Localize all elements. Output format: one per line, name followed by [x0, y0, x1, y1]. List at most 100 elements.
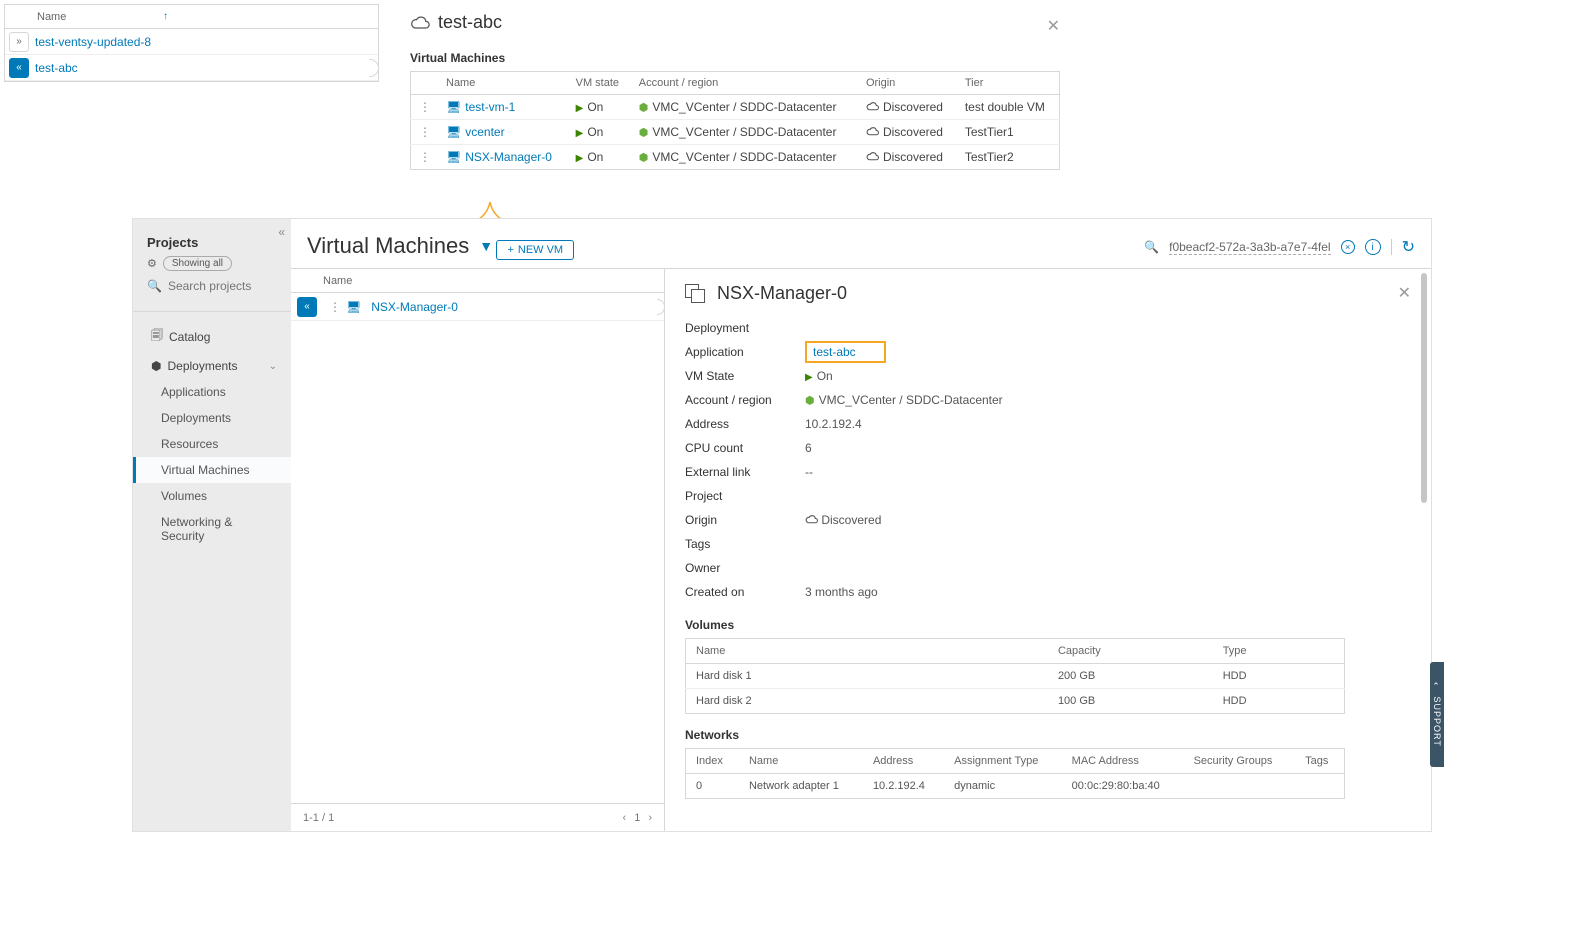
sidebar-sub-resources[interactable]: Resources — [133, 431, 291, 457]
col-net-name[interactable]: Name — [739, 749, 863, 774]
vm-icon: 🖥 — [446, 125, 461, 139]
top-panel: Name ↑ » test-ventsy-updated-8 « test-ab… — [0, 0, 1070, 200]
col-name[interactable]: Name — [438, 72, 568, 95]
play-icon: ▶ — [576, 153, 584, 164]
refresh-icon[interactable]: ↻ — [1402, 237, 1415, 257]
row-menu-icon[interactable]: ⋮ — [329, 300, 340, 314]
settings-icon[interactable]: ⚙ — [147, 257, 157, 270]
scrollbar[interactable] — [1421, 273, 1427, 503]
sidebar-sub-deployments[interactable]: Deployments — [133, 405, 291, 431]
col-net-tags[interactable]: Tags — [1295, 749, 1344, 774]
net-address: 10.2.192.4 — [863, 774, 944, 799]
vm-link[interactable]: NSX-Manager-0 — [465, 150, 552, 164]
detail-title: test-abc — [410, 12, 1060, 33]
application-link[interactable]: test-abc — [813, 345, 856, 359]
vm-link[interactable]: test-vm-1 — [465, 100, 515, 114]
new-vm-button[interactable]: + NEW VM — [496, 240, 574, 260]
application-detail: test-abc ✕ Virtual Machines Name VM stat… — [410, 12, 1060, 170]
applications-list: Name ↑ » test-ventsy-updated-8 « test-ab… — [4, 4, 379, 82]
play-icon: ▶ — [576, 103, 584, 114]
info-icon[interactable]: i — [1365, 239, 1381, 255]
table-row[interactable]: ⋮🖥test-vm-1▶On⬢VMC_VCenter / SDDC-Datace… — [411, 95, 1060, 120]
prop-created-label: Created on — [685, 585, 805, 599]
main-header: Virtual Machines ▼ 🔍 f0beacf2-572a-3a3b-… — [291, 219, 1431, 268]
cloud-icon — [866, 150, 879, 164]
play-icon: ▶ — [576, 128, 584, 139]
vm-detail-pane: NSX-Manager-0 ✕ Deployment Applicationte… — [664, 268, 1431, 831]
col-net-sg[interactable]: Security Groups — [1184, 749, 1296, 774]
table-row[interactable]: ⋮🖥NSX-Manager-0▶On⬢VMC_VCenter / SDDC-Da… — [411, 145, 1060, 170]
expand-icon[interactable]: » — [9, 32, 29, 52]
net-tags — [1295, 774, 1344, 799]
col-tier[interactable]: Tier — [957, 72, 1060, 95]
prop-extlink-value: -- — [805, 465, 813, 479]
filter-icon[interactable]: ▼ — [479, 238, 493, 254]
collapse-icon[interactable]: « — [297, 297, 317, 317]
vm-origin: Discovered — [883, 100, 943, 114]
volumes-heading: Volumes — [685, 618, 1411, 632]
vm-origin: Discovered — [883, 150, 943, 164]
app-link[interactable]: test-abc — [35, 61, 78, 75]
list-item[interactable]: «⋮🖥NSX-Manager-0 — [291, 293, 664, 321]
filter-guid[interactable]: f0beacf2-572a-3a3b-a7e7-4fel — [1169, 240, 1330, 255]
col-net-mac[interactable]: MAC Address — [1062, 749, 1184, 774]
page-prev-icon[interactable]: ‹ — [623, 812, 627, 824]
support-tab[interactable]: ⌃ SUPPORT — [1430, 662, 1444, 767]
showing-all-pill[interactable]: Showing all — [163, 256, 232, 271]
vm-tier: TestTier2 — [957, 145, 1060, 170]
col-vol-name[interactable]: Name — [686, 639, 1048, 664]
vsphere-icon: ⬢ — [805, 395, 815, 407]
list-row[interactable]: « test-abc — [5, 55, 378, 81]
selection-notch — [369, 59, 379, 77]
table-row[interactable]: ⋮🖥vcenter▶On⬢VMC_VCenter / SDDC-Datacent… — [411, 120, 1060, 145]
row-menu-icon[interactable]: ⋮ — [419, 125, 430, 139]
page-next-icon[interactable]: › — [648, 812, 652, 824]
close-icon[interactable]: ✕ — [1047, 16, 1060, 36]
col-account[interactable]: Account / region — [631, 72, 858, 95]
prop-deployment-label: Deployment — [685, 321, 805, 335]
table-row: Hard disk 2100 GBHDD — [686, 689, 1345, 714]
prop-account-value: VMC_VCenter / SDDC-Datacenter — [819, 393, 1003, 407]
net-index: 0 — [686, 774, 739, 799]
vm-link[interactable]: vcenter — [465, 125, 504, 139]
list-row[interactable]: » test-ventsy-updated-8 — [5, 29, 378, 55]
close-icon[interactable]: ✕ — [1398, 283, 1411, 303]
vm-title: NSX-Manager-0 — [717, 283, 847, 304]
sidebar-collapse-icon[interactable]: « — [278, 225, 285, 239]
prop-origin-value: Discovered — [821, 513, 881, 527]
vm-section-heading: Virtual Machines — [410, 51, 1060, 65]
clear-filter-icon[interactable]: × — [1341, 240, 1355, 254]
vm-list-header[interactable]: Name — [291, 269, 664, 293]
search-input[interactable] — [168, 279, 268, 293]
col-net-address[interactable]: Address — [863, 749, 944, 774]
col-net-assign[interactable]: Assignment Type — [944, 749, 1062, 774]
sidebar-sub-applications[interactable]: Applications — [133, 379, 291, 405]
sidebar-item-catalog[interactable]: 🗐Catalog — [133, 320, 291, 353]
net-name: Network adapter 1 — [739, 774, 863, 799]
sidebar-sub-volumes[interactable]: Volumes — [133, 483, 291, 509]
sidebar-item-deployments[interactable]: ⬢Deployments ⌄ — [133, 353, 291, 379]
col-net-index[interactable]: Index — [686, 749, 739, 774]
prop-created-value: 3 months ago — [805, 585, 878, 599]
row-menu-icon[interactable]: ⋮ — [419, 150, 430, 164]
col-vol-capacity[interactable]: Capacity — [1048, 639, 1213, 664]
sidebar-sub-networking[interactable]: Networking & Security — [133, 509, 291, 549]
projects-filter[interactable]: ⚙ Showing all — [133, 256, 291, 277]
vm-tier: test double VM — [957, 95, 1060, 120]
sidebar-sub-virtual-machines[interactable]: Virtual Machines — [133, 457, 291, 483]
sort-asc-icon[interactable]: ↑ — [163, 11, 168, 22]
app-link[interactable]: test-ventsy-updated-8 — [35, 35, 151, 49]
vm-group-icon — [685, 284, 707, 304]
networks-table: Index Name Address Assignment Type MAC A… — [685, 748, 1345, 799]
col-origin[interactable]: Origin — [858, 72, 957, 95]
vm-link[interactable]: NSX-Manager-0 — [371, 300, 458, 314]
search-projects[interactable]: 🔍 — [133, 277, 291, 303]
col-vol-type[interactable]: Type — [1213, 639, 1345, 664]
net-sg — [1184, 774, 1296, 799]
vm-account: VMC_VCenter / SDDC-Datacenter — [652, 125, 836, 139]
row-menu-icon[interactable]: ⋮ — [419, 100, 430, 114]
list-header[interactable]: Name ↑ — [5, 5, 378, 29]
col-state[interactable]: VM state — [568, 72, 631, 95]
collapse-icon[interactable]: « — [9, 58, 29, 78]
search-icon[interactable]: 🔍 — [1144, 240, 1159, 254]
